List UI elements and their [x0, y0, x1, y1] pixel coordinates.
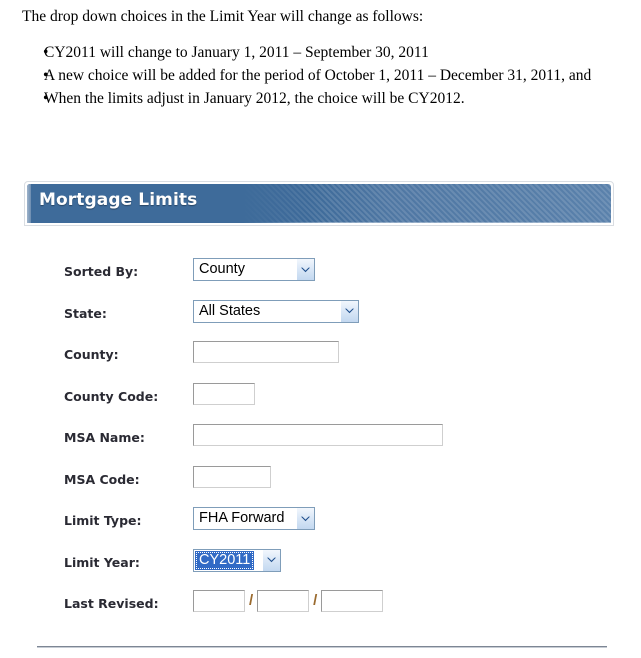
limit-type-select[interactable]: FHA Forward [193, 507, 315, 530]
sorted-by-select[interactable]: County [193, 258, 315, 281]
field-control [193, 465, 271, 488]
form-row: State: All States [0, 299, 641, 342]
field-label: County: [64, 347, 119, 362]
chevron-down-icon[interactable] [340, 300, 358, 322]
last-revised-part-3-input[interactable] [321, 590, 384, 612]
form-row: County: [0, 341, 641, 383]
field-label: Sorted By: [64, 264, 139, 279]
field-label: Last Revised: [64, 596, 159, 611]
date-separator: / [313, 592, 318, 609]
list-item-text: CY2011 will change to January 1, 2011 – … [44, 44, 429, 61]
state-select-value: All States [199, 302, 261, 319]
field-control [193, 382, 255, 405]
sorted-by-select-value: County [199, 261, 245, 277]
limit-type-select-value: FHA Forward [199, 510, 285, 526]
field-label: Limit Type: [64, 513, 142, 528]
bullet-icon: • [43, 90, 49, 107]
intro-bullet-list: • CY2011 will change to January 1, 2011 … [22, 42, 622, 110]
county-input[interactable] [193, 341, 339, 363]
list-item: • A new choice will be added for the per… [22, 65, 622, 87]
list-item-text: When the limits adjust in January 2012, … [44, 90, 465, 107]
bullet-icon: • [43, 67, 49, 84]
intro-text-block: The drop down choices in the Limit Year … [22, 6, 622, 111]
chevron-down-icon[interactable] [262, 549, 280, 571]
date-separator: / [249, 592, 254, 609]
section-divider [37, 646, 607, 648]
field-label: MSA Code: [64, 471, 140, 487]
field-control: FHA Forward [193, 507, 315, 530]
field-label: County Code: [64, 388, 159, 404]
form-row: Limit Type: FHA Forward [0, 507, 641, 549]
field-control: / / [193, 590, 384, 612]
limit-year-select[interactable]: CY2011 [193, 548, 281, 572]
msa-code-input[interactable] [193, 465, 271, 488]
list-item: • CY2011 will change to January 1, 2011 … [22, 42, 622, 64]
form-row: Last Revised: / / [0, 590, 641, 632]
last-revised-part-2-input[interactable] [257, 590, 310, 612]
field-control [193, 341, 339, 363]
mortgage-limits-panel-header: Mortgage Limits [24, 181, 614, 226]
field-control: CY2011 [193, 548, 281, 572]
form-row: MSA Name: [0, 424, 641, 466]
form-row: MSA Code: [0, 465, 641, 508]
form-row: Sorted By: County [0, 258, 641, 300]
chevron-down-icon[interactable] [296, 508, 314, 529]
intro-lead-paragraph: The drop down choices in the Limit Year … [22, 8, 424, 25]
bullet-icon: • [43, 44, 49, 61]
field-label: Limit Year: [64, 554, 140, 570]
page-title: Mortgage Limits [39, 190, 198, 210]
form-row: Limit Year: CY2011 [0, 548, 641, 591]
field-control: County [193, 258, 315, 281]
list-item-text: A new choice will be added for the perio… [44, 67, 592, 84]
msa-name-input[interactable] [193, 424, 443, 446]
mortgage-limits-form: Sorted By: County State: All States County: C… [0, 258, 641, 632]
field-control: All States [193, 299, 359, 323]
field-control [193, 424, 443, 446]
form-row: County Code: [0, 382, 641, 425]
list-item: • When the limits adjust in January 2012… [22, 88, 622, 110]
county-code-input[interactable] [193, 382, 255, 405]
field-label: State: [64, 305, 107, 321]
chevron-down-icon[interactable] [296, 259, 314, 280]
last-revised-part-1-input[interactable] [193, 590, 245, 612]
field-label: MSA Name: [64, 430, 145, 445]
limit-year-select-value: CY2011 [195, 550, 255, 570]
state-select[interactable]: All States [193, 299, 359, 323]
